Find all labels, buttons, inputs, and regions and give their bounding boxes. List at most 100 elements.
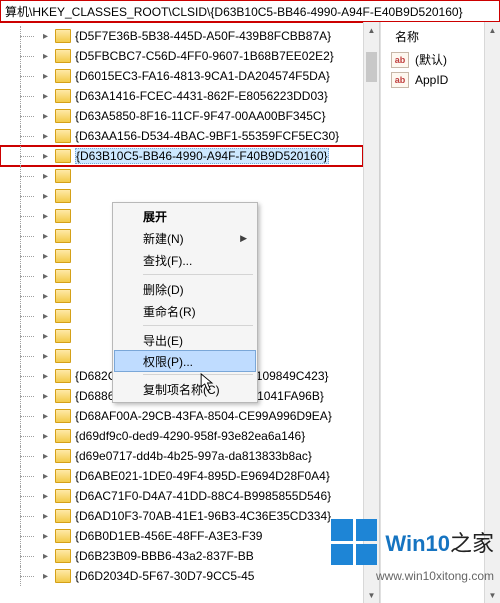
tree-item-label: ED8E86E9B8} (253, 349, 363, 363)
expander-icon[interactable]: ▸ (40, 311, 51, 322)
expander-icon[interactable]: ▸ (40, 471, 51, 482)
tree-item-label: {d69e0717-dd4b-4b25-997a-da813833b8ac} (75, 449, 312, 463)
tree-scrollbar[interactable]: ▲ ▼ (363, 22, 379, 603)
expander-icon[interactable]: ▸ (40, 531, 51, 542)
folder-icon (55, 489, 71, 503)
expander-icon[interactable]: ▸ (40, 431, 51, 442)
expander-icon[interactable]: ▸ (40, 491, 51, 502)
tree-row[interactable]: ▸ {D5FBCBC7-C56D-4FF0-9607-1B68B7EE02E2} (0, 46, 363, 66)
expander-icon[interactable]: ▸ (40, 511, 51, 522)
ctx-copy-key-name[interactable]: 复制项名称(C) (115, 378, 255, 400)
tree-row[interactable]: ▸{D6D2034D-5F67-30D7-9CC5-45 (0, 566, 363, 586)
tree-row[interactable]: ▸{D6AD10F3-70AB-41E1-96B3-4C36E35CD334} (0, 506, 363, 526)
expander-icon[interactable]: ▸ (40, 291, 51, 302)
tree-row[interactable]: ▸{D63A1416-FCEC-4431-862F-E8056223DD03} (0, 86, 363, 106)
folder-icon (55, 389, 71, 403)
expander-icon[interactable]: ▸ (40, 231, 51, 242)
scroll-down-button[interactable]: ▼ (364, 587, 379, 603)
tree-item-label: A85382BE9C1} (253, 269, 363, 283)
expander-icon[interactable]: ▸ (40, 451, 51, 462)
expander-icon[interactable]: ▸ (40, 571, 51, 582)
folder-icon (55, 449, 71, 463)
ctx-rename[interactable]: 重命名(R) (115, 300, 255, 322)
expander-icon[interactable]: ▸ (40, 31, 51, 42)
folder-icon (55, 129, 71, 143)
tree-row[interactable]: ▸{D6ABE021-1DE0-49F4-895D-E9694D28F0A4} (0, 466, 363, 486)
address-bar[interactable]: 算机\HKEY_CLASSES_ROOT\CLSID\{D63B10C5-BB4… (0, 0, 500, 22)
scroll-up-button[interactable]: ▲ (485, 22, 500, 38)
expander-icon[interactable]: ▸ (40, 51, 51, 62)
scroll-down-button[interactable]: ▼ (485, 587, 500, 603)
column-header-name[interactable]: 名称 (381, 22, 500, 49)
tree-row[interactable]: ▸{D6B23B09-BBB6-43a2-837F-BB (0, 546, 363, 566)
expander-icon[interactable]: ▸ (40, 171, 51, 182)
folder-icon (55, 189, 71, 203)
tree-row[interactable]: ▸{D63A5850-8F16-11CF-9F47-00AA00BF345C} (0, 106, 363, 126)
watermark: Win10之家 www.win10xitong.com (331, 519, 494, 583)
tree-item-label: {D6AC71F0-D4A7-41DD-88C4-B9985855D546} (75, 489, 331, 503)
value-row-default[interactable]: ab (默认) (381, 49, 500, 70)
folder-icon (55, 349, 71, 363)
tree-item-label: {D63B10C5-BB46-4990-A94F-F40B9D520160} (75, 148, 329, 164)
tree-row[interactable]: ▸ {D63B10C5-BB46-4990-A94F-F40B9D520160} (0, 146, 363, 166)
expander-icon[interactable]: ▸ (40, 391, 51, 402)
expander-icon[interactable]: ▸ (40, 411, 51, 422)
scroll-thumb[interactable] (366, 52, 377, 82)
folder-icon (55, 249, 71, 263)
folder-icon (55, 89, 71, 103)
expander-icon[interactable]: ▸ (40, 271, 51, 282)
tree-row[interactable]: ▸{d69df9c0-ded9-4290-958f-93e82ea6a146} (0, 426, 363, 446)
expander-icon[interactable]: ▸ (40, 191, 51, 202)
tree-row[interactable]: ▸ {D6AC71F0-D4A7-41DD-88C4-B9985855D546} (0, 486, 363, 506)
ctx-export[interactable]: 导出(E) (115, 329, 255, 351)
folder-icon (55, 269, 71, 283)
tree-item-label: 84BD2B25A23} (253, 209, 363, 223)
watermark-url: www.win10xitong.com (331, 569, 494, 583)
expander-icon[interactable]: ▸ (40, 211, 51, 222)
expander-icon[interactable]: ▸ (40, 551, 51, 562)
main-area: ▸{D5F7E36B-5B38-445D-A50F-439B8FCBB87A}▸… (0, 22, 500, 603)
ctx-find[interactable]: 查找(F)... (115, 249, 255, 271)
tree-row[interactable]: ▸ {D68AF00A-29CB-43FA-8504-CE99A996D9EA} (0, 406, 363, 426)
value-row-appid[interactable]: ab AppID (381, 70, 500, 90)
tree-item-label: 90743ee2ff} (253, 289, 363, 303)
folder-icon (55, 409, 71, 423)
tree-item-label: 85b6bb9c7b} (253, 169, 363, 183)
ctx-delete[interactable]: 删除(D) (115, 278, 255, 300)
expander-icon[interactable]: ▸ (40, 331, 51, 342)
ctx-permissions[interactable]: 权限(P)... (114, 350, 256, 372)
folder-icon (55, 289, 71, 303)
watermark-title: Win10之家 (385, 526, 494, 558)
values-scrollbar[interactable]: ▲ ▼ (484, 22, 500, 603)
expander-icon[interactable]: ▸ (40, 91, 51, 102)
expander-icon[interactable]: ▸ (40, 71, 51, 82)
tree-item-label: {D5F7E36B-5B38-445D-A50F-439B8FCBB87A} (75, 29, 331, 43)
tree-item-label: {D5FBCBC7-C56D-4FF0-9607-1B68B7EE02E2} (75, 49, 334, 63)
ctx-expand[interactable]: 展开 (115, 205, 255, 227)
scroll-up-button[interactable]: ▲ (364, 22, 379, 38)
folder-icon (55, 509, 71, 523)
tree-row[interactable]: ▸{D6015EC3-FA16-4813-9CA1-DA204574F5DA} (0, 66, 363, 86)
string-value-icon: ab (391, 72, 409, 88)
expander-icon[interactable]: ▸ (40, 251, 51, 262)
tree-pane: ▸{D5F7E36B-5B38-445D-A50F-439B8FCBB87A}▸… (0, 22, 380, 603)
folder-icon (55, 569, 71, 583)
expander-icon[interactable]: ▸ (40, 371, 51, 382)
tree-row[interactable]: ▸ {D5F7E36B-5B38-445D-A50F-439B8FCBB87A} (0, 26, 363, 46)
tree-row[interactable]: ▸ {d69e0717-dd4b-4b25-997a-da813833b8ac} (0, 446, 363, 466)
tree-row[interactable]: ▸ 85b6bb9c7b} (0, 166, 363, 186)
expander-icon[interactable]: ▸ (40, 151, 51, 162)
value-name: (默认) (415, 51, 447, 68)
tree-item-label: 3733558C381} (253, 249, 363, 263)
tree-item-label: {D68AF00A-29CB-43FA-8504-CE99A996D9EA} (75, 409, 332, 423)
ctx-separator (143, 374, 253, 375)
expander-icon[interactable]: ▸ (40, 351, 51, 362)
tree-item-label: {D63AA156-D534-4BAC-9BF1-55359FCF5EC30} (75, 129, 339, 143)
tree-row[interactable]: ▸{D6B0D1EB-456E-48FF-A3E3-F39 (0, 526, 363, 546)
ctx-new[interactable]: 新建(N)▶ (115, 227, 255, 249)
expander-icon[interactable]: ▸ (40, 131, 51, 142)
expander-icon[interactable]: ▸ (40, 111, 51, 122)
tree-row[interactable]: ▸ {D63AA156-D534-4BAC-9BF1-55359FCF5EC30} (0, 126, 363, 146)
value-name: AppID (415, 73, 448, 87)
folder-icon (55, 329, 71, 343)
